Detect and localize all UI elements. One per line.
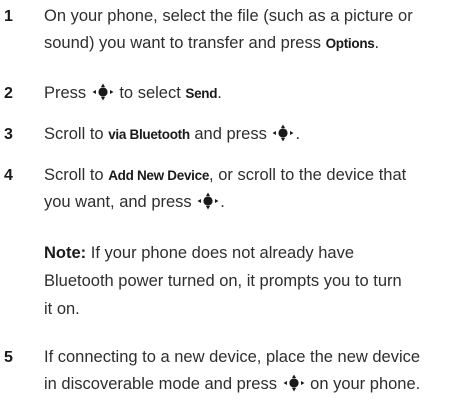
step-number: 1 (4, 8, 13, 25)
step-text-line: On your phone, select the file (such as … (44, 7, 413, 25)
menu-option-add-new-device: Add New Device (108, 168, 210, 183)
step-text-segment: Scroll to (44, 125, 109, 143)
note-block: Note: If your phone does not already hav… (44, 239, 472, 323)
punctuation: . (217, 84, 222, 102)
step-number: 2 (4, 85, 13, 102)
note-label: Note: (44, 244, 87, 262)
punctuation: . (220, 193, 225, 211)
step-text: Press to select Send. (44, 80, 472, 107)
step-text-segment: in discoverable mode and press (44, 375, 282, 393)
step-text: Scroll to Add New Device, or scroll to t… (44, 162, 472, 216)
note-text-line: Bluetooth power turned on, it prompts yo… (44, 272, 402, 290)
menu-option-send: Send (185, 86, 218, 101)
instruction-list: 1 On your phone, select the file (such a… (0, 0, 476, 412)
step-number: 4 (4, 167, 13, 184)
step-number: 5 (4, 349, 13, 366)
step-text: On your phone, select the file (such as … (44, 3, 472, 57)
softkey-options: Options (325, 36, 375, 51)
note-text-line: If your phone does not already have (86, 244, 355, 262)
step-text-segment: you want, and press (44, 193, 197, 211)
navigation-key-icon (92, 83, 114, 101)
step-text-segment: and press (189, 125, 272, 143)
punctuation: . (295, 125, 301, 143)
step-text: If connecting to a new device, place the… (44, 344, 472, 398)
menu-option-via-bluetooth: via Bluetooth (108, 127, 190, 142)
step-text-line: sound) you want to transfer and press (44, 34, 326, 52)
note-text-line: it on. (44, 300, 80, 318)
step-text-segment: Press (44, 84, 91, 102)
navigation-key-icon (283, 374, 305, 392)
navigation-key-icon (272, 124, 294, 142)
step-text-segment: on your phone. (305, 375, 421, 393)
step-text-segment: Scroll to (44, 166, 109, 184)
navigation-key-icon (197, 192, 219, 210)
punctuation: . (374, 34, 380, 52)
step-text-line: If connecting to a new device, place the… (44, 348, 421, 366)
step-text: Scroll to via Bluetooth and press . (44, 121, 472, 148)
step-text-segment: , or scroll to the device that (209, 166, 407, 184)
step-number: 3 (4, 126, 13, 143)
step-text-segment: to select (114, 84, 186, 102)
